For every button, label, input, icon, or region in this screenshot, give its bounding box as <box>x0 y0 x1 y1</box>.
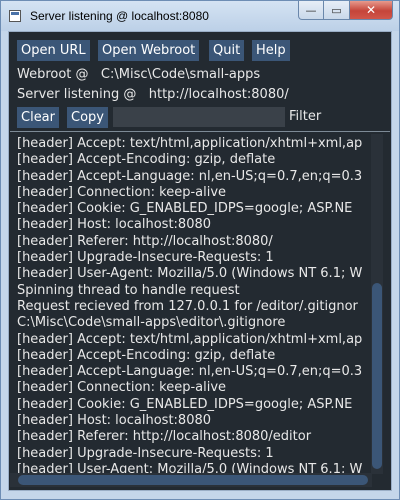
log-line: [header] Accept-Language: nl,en-US;q=0.7… <box>17 168 363 184</box>
clear-button[interactable]: Clear <box>17 107 59 128</box>
minimize-button[interactable]: — <box>298 1 324 20</box>
maximize-button[interactable]: ▭ <box>324 1 350 20</box>
log-line: [header] Accept-Language: nl,en-US;q=0.7… <box>17 364 363 380</box>
help-button[interactable]: Help <box>252 40 290 61</box>
log-line: Request recieved from 127.0.0.1 for /edi… <box>17 298 358 314</box>
app-window-icon <box>9 10 21 22</box>
log-line: [header] Referer: http://localhost:8080/… <box>17 429 312 445</box>
log-line: [header] Referer: http://localhost:8080/ <box>17 233 273 249</box>
quit-button[interactable]: Quit <box>209 40 245 61</box>
open-url-button[interactable]: Open URL <box>17 40 90 61</box>
window-title: Server listening @ localhost:8080 <box>30 9 209 23</box>
close-button[interactable]: ✕ <box>350 1 393 20</box>
log-line: [header] Upgrade-Insecure-Requests: 1 <box>17 445 274 461</box>
log-line: [header] Connection: keep-alive <box>17 380 227 396</box>
log-line: [header] Accept: text/html,application/x… <box>17 136 363 151</box>
log-line: [header] Connection: keep-alive <box>17 184 227 200</box>
log-line: [header] User-Agent: Mozilla/5.0 (Window… <box>17 266 363 282</box>
title-bar[interactable]: Server listening @ localhost:8080 — ▭ ✕ <box>1 1 399 31</box>
client-area: Open URL Open Webroot Quit Help Webroot … <box>8 31 392 491</box>
log-line: [header] Upgrade-Insecure-Requests: 1 <box>17 250 274 266</box>
vertical-scrollbar[interactable] <box>371 134 383 474</box>
log-line: Spinning thread to handle request <box>17 282 240 298</box>
open-webroot-button[interactable]: Open Webroot <box>98 40 200 61</box>
log-line: [header] Host: localhost:8080 <box>17 413 212 429</box>
app-window: Server listening @ localhost:8080 — ▭ ✕ … <box>0 0 400 500</box>
copy-button[interactable]: Copy <box>67 107 108 128</box>
log-lines: [header] Accept: text/html,application/x… <box>17 136 367 476</box>
log-line: [header] Cookie: G_ENABLED_IDPS=google; … <box>17 396 353 412</box>
webroot-info: Webroot @ C:\Misc\Code\small-apps <box>17 67 261 82</box>
window-controls: — ▭ ✕ <box>298 1 393 21</box>
log-line: [header] Accept: text/html,application/x… <box>17 331 363 347</box>
log-output[interactable]: [header] Accept: text/html,application/x… <box>10 131 390 476</box>
log-line: [header] Accept-Encoding: gzip, deflate <box>17 152 276 168</box>
filter-label: Filter <box>289 109 322 124</box>
vertical-scrollbar-thumb[interactable] <box>372 283 382 469</box>
server-info: Server listening @ http://localhost:8080… <box>17 87 289 102</box>
horizontal-scrollbar-thumb[interactable] <box>18 475 368 485</box>
log-line: [header] Accept-Encoding: gzip, deflate <box>17 347 276 363</box>
filter-input[interactable] <box>113 107 285 127</box>
horizontal-scrollbar[interactable] <box>10 473 372 487</box>
log-line: C:\Misc\Code\small-apps\editor\.gitignor… <box>17 315 286 331</box>
log-line: [header] Host: localhost:8080 <box>17 217 212 233</box>
log-line: [header] Cookie: G_ENABLED_IDPS=google; … <box>17 201 353 217</box>
